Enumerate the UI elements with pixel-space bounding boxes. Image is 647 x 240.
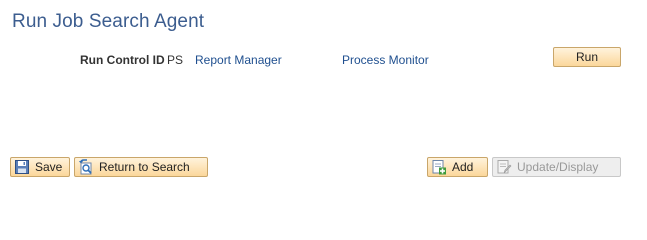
- process-monitor-link[interactable]: Process Monitor: [342, 53, 429, 67]
- save-icon: [14, 159, 30, 175]
- return-to-search-button[interactable]: Return to Search: [74, 157, 208, 177]
- update-display-icon: [496, 159, 512, 175]
- return-to-search-label: Return to Search: [99, 160, 190, 174]
- update-display-button: Update/Display: [492, 157, 621, 177]
- update-display-label: Update/Display: [517, 160, 599, 174]
- save-button[interactable]: Save: [10, 157, 70, 177]
- return-to-search-icon: [78, 159, 94, 175]
- save-button-label: Save: [35, 160, 63, 174]
- run-button-label: Run: [575, 50, 598, 64]
- add-button-label: Add: [452, 160, 474, 174]
- add-icon: [431, 159, 447, 175]
- run-control-id-label: Run Control ID: [80, 53, 165, 67]
- report-manager-link[interactable]: Report Manager: [195, 53, 282, 67]
- run-control-id-value: PS: [167, 53, 184, 67]
- add-button[interactable]: Add: [427, 157, 488, 177]
- page-title: Run Job Search Agent: [12, 11, 205, 32]
- run-button[interactable]: Run: [553, 47, 621, 67]
